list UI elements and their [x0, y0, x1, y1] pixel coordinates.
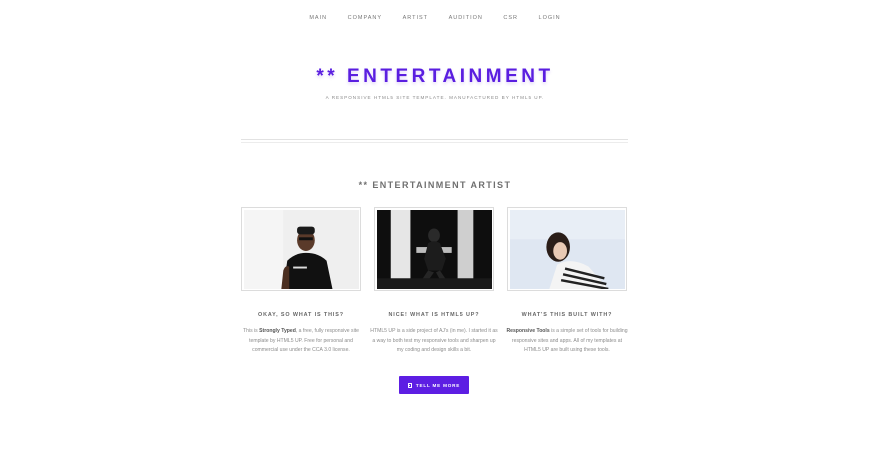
card-text-3-bold: Responsive Tools — [506, 328, 550, 334]
card-text-3: Responsive Tools is a simple set of tool… — [503, 327, 631, 356]
nav-item-artist[interactable]: ARTIST — [403, 15, 428, 21]
card-text-1: This is Strongly Typed, a free, fully re… — [237, 327, 365, 356]
artist-photo-2[interactable] — [374, 207, 494, 291]
tell-me-more-label: TELL ME MORE — [415, 382, 461, 388]
artist-photo-3-image — [509, 209, 625, 289]
card-text-1-bold: Strongly Typed — [259, 328, 296, 334]
site-subtitle: A RESPONSIVE HTML5 SITE TEMPLATE. MANUFA… — [325, 95, 545, 100]
nav-item-audition[interactable]: AUDITION — [449, 15, 483, 21]
card-heading-2: NICE! WHAT IS HTML5 UP? — [388, 312, 480, 318]
divider — [241, 139, 628, 140]
tell-me-more-button[interactable]: TELL ME MORE — [399, 376, 469, 394]
card-text-1-pre: This is — [243, 328, 260, 334]
nav-item-company[interactable]: COMPANY — [348, 15, 382, 21]
nav-item-login[interactable]: LOGIN — [539, 15, 561, 21]
card-heading-1: OKAY, SO WHAT IS THIS? — [258, 312, 344, 318]
card-text-2: HTML5 UP is a side project of AJ's (in m… — [370, 327, 498, 356]
nav-item-main[interactable]: MAIN — [309, 15, 327, 21]
card-heading-3: WHAT'S THIS BUILT WITH? — [521, 312, 613, 318]
card-text-2-pre: HTML5 UP is a side project of AJ's (in m… — [370, 328, 498, 353]
divider — [241, 142, 628, 143]
artist-photo-1-image — [243, 209, 359, 289]
top-nav: MAIN COMPANY ARTIST AUDITION CSR LOGIN — [0, 15, 870, 21]
site-title: ** ENTERTAINMENT — [316, 66, 554, 87]
artist-photo-3[interactable] — [507, 207, 627, 291]
section-title: ** ENTERTAINMENT ARTIST — [358, 180, 512, 190]
nav-item-csr[interactable]: CSR — [503, 15, 518, 21]
document-icon — [407, 382, 412, 388]
artist-photo-2-image — [376, 209, 492, 289]
artist-photo-1[interactable] — [241, 207, 361, 291]
